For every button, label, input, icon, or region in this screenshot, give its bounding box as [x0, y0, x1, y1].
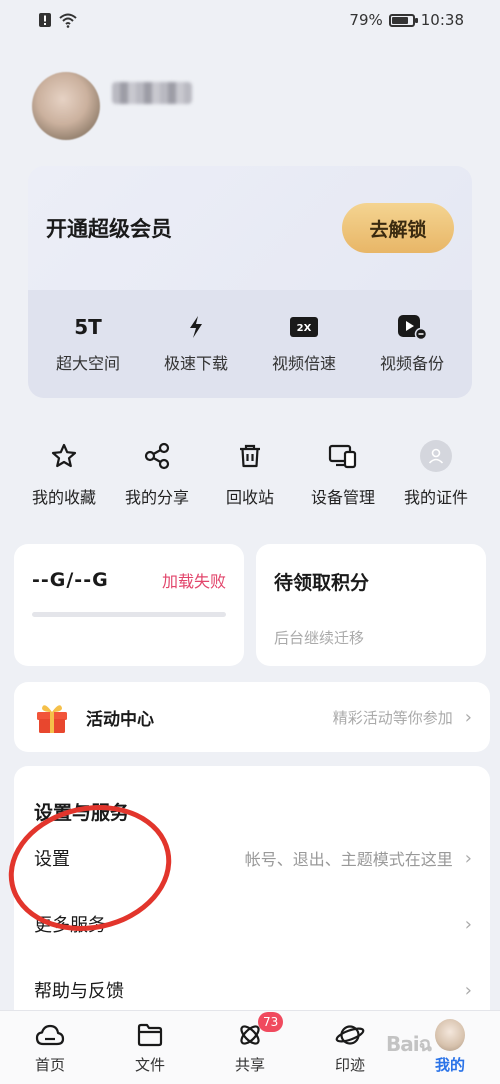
lightning-icon [187, 314, 205, 340]
feature-label: 视频备份 [379, 354, 444, 373]
feature-label: 超大空间 [55, 354, 120, 373]
share-icon [141, 440, 173, 472]
settings-section-title: 设置与服务 [34, 802, 130, 824]
feature-large-storage[interactable]: 5T 超大空间 [38, 314, 138, 374]
tab-files[interactable]: 文件 [110, 1020, 190, 1075]
share-badge: 73 [258, 1012, 284, 1032]
feature-label: 视频倍速 [271, 354, 336, 373]
chevron-right-icon: › [464, 979, 472, 1001]
quick-label: 我的证件 [403, 488, 468, 507]
settings-services-card: 设置与服务 设置 帐号、退出、主题模式在这里 › 更多服务 › 帮助与反馈 › [14, 766, 490, 1026]
tab-label: 首页 [34, 1056, 65, 1074]
devices-icon [327, 440, 359, 472]
quick-label: 我的分享 [124, 488, 189, 507]
folder-icon [135, 1020, 165, 1050]
more-services-label: 更多服务 [34, 915, 106, 936]
battery-percent: 79% [349, 11, 383, 29]
clock: 10:38 [420, 11, 464, 29]
star-icon [48, 440, 80, 472]
tab-home[interactable]: 首页 [10, 1020, 90, 1075]
trash-icon [234, 440, 266, 472]
battery-level-fill [391, 16, 408, 24]
quick-my-documents[interactable]: 我的证件 [390, 440, 482, 508]
quick-label: 我的收藏 [31, 488, 96, 507]
alert-icon [39, 13, 51, 27]
vip-header: 开通超级会员 去解锁 [28, 166, 472, 290]
quick-device-management[interactable]: 设备管理 [297, 440, 389, 508]
points-subtitle: 后台继续迁移 [274, 629, 365, 647]
settings-row-hint: 帐号、退出、主题模式在这里 [244, 850, 453, 869]
battery-icon [388, 13, 418, 27]
username-redacted [112, 82, 192, 104]
speed-2x-icon: 2X [289, 314, 319, 340]
storage-load-failed[interactable]: 加载失败 [162, 568, 226, 592]
status-right: 79% 10:38 [349, 11, 464, 29]
settings-row-label: 设置 [34, 849, 70, 870]
tab-label-active: 我的 [434, 1056, 465, 1074]
tab-me[interactable]: 我的 [410, 1019, 490, 1075]
points-card[interactable]: 待领取积分 后台继续迁移 [256, 544, 486, 666]
activity-title: 活动中心 [86, 709, 154, 730]
tab-share[interactable]: 73 共享 [210, 1012, 290, 1075]
quick-label: 设备管理 [310, 488, 375, 507]
chevron-right-icon: › [464, 706, 472, 728]
feature-fast-download[interactable]: 极速下载 [146, 314, 246, 374]
tab-label: 印迹 [334, 1056, 365, 1074]
id-card-icon [420, 440, 452, 472]
tab-traces[interactable]: 印迹 [310, 1020, 390, 1075]
vip-features: 5T 超大空间 极速下载 2X 视频倍速 视频备份 [28, 290, 472, 398]
chevron-right-icon: › [464, 847, 472, 869]
activity-subtitle: 精彩活动等你参加 [332, 708, 453, 727]
feature-video-backup[interactable]: 视频备份 [362, 314, 462, 374]
storage-value: --G/--G [32, 569, 109, 591]
status-left [38, 12, 78, 28]
gift-icon [37, 705, 67, 733]
avatar-icon [435, 1019, 465, 1051]
settings-row[interactable]: 设置 帐号、退出、主题模式在这里 › [34, 825, 472, 891]
tab-bar: 首页 文件 73 共享 印迹 我的 [0, 1010, 500, 1084]
quick-label: 回收站 [225, 488, 274, 507]
quick-actions: 我的收藏 我的分享 回收站 设备管理 我的证件 [18, 440, 482, 508]
unlock-button[interactable]: 去解锁 [342, 203, 454, 253]
video-backup-icon [397, 314, 427, 340]
activity-center-row[interactable]: 活动中心 精彩活动等你参加 › [14, 682, 490, 752]
more-services-row[interactable]: 更多服务 › [34, 891, 472, 957]
storage-progress-bar [32, 612, 226, 617]
chevron-right-icon: › [464, 913, 472, 935]
tab-label: 文件 [134, 1056, 165, 1074]
planet-icon [335, 1020, 365, 1050]
home-cloud-icon [35, 1020, 65, 1050]
vip-title: 开通超级会员 [46, 217, 172, 241]
svg-text:2X: 2X [297, 323, 312, 334]
avatar[interactable] [32, 72, 100, 140]
quick-favorites[interactable]: 我的收藏 [18, 440, 110, 508]
feature-label: 极速下载 [163, 354, 228, 373]
tab-label: 共享 [234, 1056, 265, 1074]
points-title: 待领取积分 [274, 572, 370, 594]
profile-header[interactable] [32, 72, 192, 140]
feature-video-speed[interactable]: 2X 视频倍速 [254, 314, 354, 374]
wifi-icon [59, 13, 77, 28]
quick-recycle-bin[interactable]: 回收站 [204, 440, 296, 508]
storage-5t-icon: 5T [74, 315, 102, 339]
storage-card[interactable]: --G/--G 加载失败 [14, 544, 244, 666]
help-feedback-label: 帮助与反馈 [34, 981, 124, 1002]
storage-row: --G/--G 加载失败 [32, 568, 226, 592]
quick-shares[interactable]: 我的分享 [111, 440, 203, 508]
vip-card[interactable]: 开通超级会员 去解锁 5T 超大空间 极速下载 2X 视频倍速 视频备份 [28, 166, 472, 398]
status-bar: 79% 10:38 [0, 0, 500, 40]
